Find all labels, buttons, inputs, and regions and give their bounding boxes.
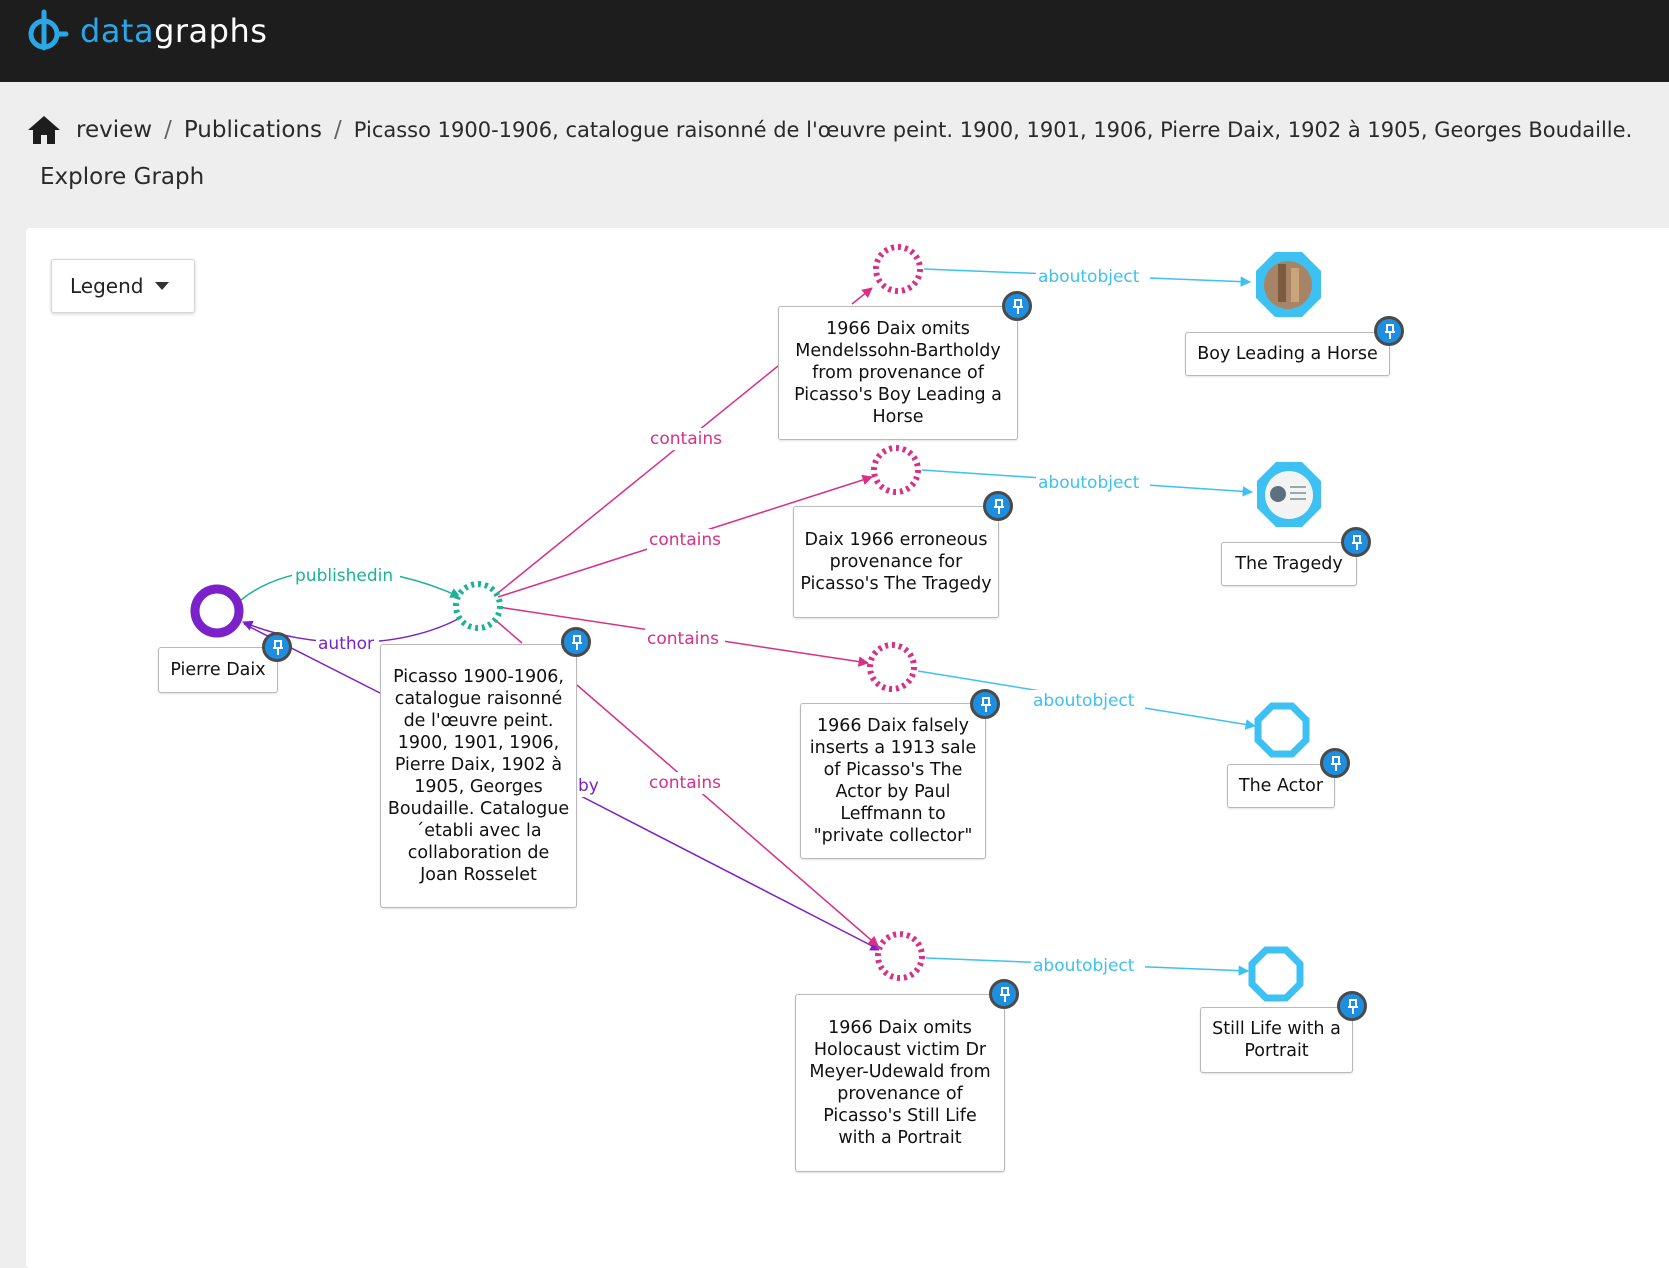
pin-button[interactable] — [1374, 316, 1404, 346]
artwork-node-icon[interactable] — [1257, 462, 1321, 527]
claim-node-icon[interactable] — [871, 445, 921, 495]
pin-icon — [572, 635, 582, 650]
pin-icon — [1385, 324, 1395, 339]
pin-icon — [1013, 299, 1023, 314]
node-label-publication[interactable]: Picasso 1900-1906, catalogue raisonné de… — [380, 644, 577, 908]
edge-label-aboutobject-1: aboutobject — [1038, 267, 1140, 287]
claim-node-icon[interactable] — [867, 642, 917, 692]
edge-label-author: author — [318, 634, 374, 654]
edge-label-contains-3: contains — [647, 629, 719, 649]
pin-button[interactable] — [989, 979, 1019, 1009]
node-label-pierre-daix[interactable]: Pierre Daix — [158, 647, 278, 693]
edge-label-aboutobject-3: aboutobject — [1033, 691, 1135, 711]
edge-contains-1 — [497, 365, 779, 594]
pin-icon — [1331, 756, 1341, 771]
node-label-the-actor[interactable]: The Actor — [1227, 764, 1335, 808]
pin-button[interactable] — [970, 689, 1000, 719]
publication-node-icon[interactable] — [453, 581, 503, 631]
edge-label-by: by — [578, 776, 599, 796]
pin-button[interactable] — [262, 632, 292, 662]
node-label-claim-boy-leading-a-horse[interactable]: 1966 Daix omits Mendelssohn-Bartholdy fr… — [778, 306, 1018, 440]
pin-icon — [981, 697, 991, 712]
pin-icon — [1352, 535, 1362, 550]
node-label-claim-the-tragedy[interactable]: Daix 1966 erroneous provenance for Picas… — [793, 506, 999, 618]
pin-button[interactable] — [561, 627, 591, 657]
pin-icon — [994, 499, 1004, 514]
legend-dropdown[interactable]: Legend — [51, 259, 195, 313]
edge-label-contains-2: contains — [649, 530, 721, 550]
claim-node-icon[interactable] — [875, 931, 925, 981]
claim-node-icon[interactable] — [873, 244, 923, 294]
artwork-node-icon[interactable] — [1254, 702, 1310, 758]
pin-button[interactable] — [1002, 291, 1032, 321]
legend-label: Legend — [70, 274, 144, 298]
pin-button[interactable] — [1320, 748, 1350, 778]
edge-contains-1-head — [851, 287, 873, 305]
node-label-the-tragedy[interactable]: The Tragedy — [1221, 542, 1357, 586]
edge-label-contains-4: contains — [649, 773, 721, 793]
pin-icon — [273, 640, 283, 655]
pin-button[interactable] — [1337, 991, 1367, 1021]
pin-button[interactable] — [1341, 527, 1371, 557]
chevron-down-icon — [155, 282, 170, 290]
edge-label-aboutobject-2: aboutobject — [1038, 473, 1140, 493]
pin-icon — [1000, 987, 1010, 1002]
pin-button[interactable] — [983, 491, 1013, 521]
node-label-still-life-with-a-portrait[interactable]: Still Life with a Portrait — [1200, 1007, 1353, 1073]
edge-label-contains-1: contains — [650, 429, 722, 449]
edge-label-aboutobject-4: aboutobject — [1033, 956, 1135, 976]
artwork-node-icon[interactable] — [1248, 946, 1304, 1002]
person-node-icon[interactable] — [190, 584, 244, 638]
edge-label-publishedin: publishedin — [295, 566, 393, 586]
pin-icon — [1348, 999, 1358, 1014]
artwork-node-icon[interactable] — [1256, 252, 1321, 317]
node-label-claim-the-actor[interactable]: 1966 Daix falsely inserts a 1913 sale of… — [800, 703, 986, 859]
node-label-claim-still-life[interactable]: 1966 Daix omits Holocaust victim Dr Meye… — [795, 994, 1005, 1172]
node-label-boy-leading-a-horse[interactable]: Boy Leading a Horse — [1185, 332, 1390, 376]
